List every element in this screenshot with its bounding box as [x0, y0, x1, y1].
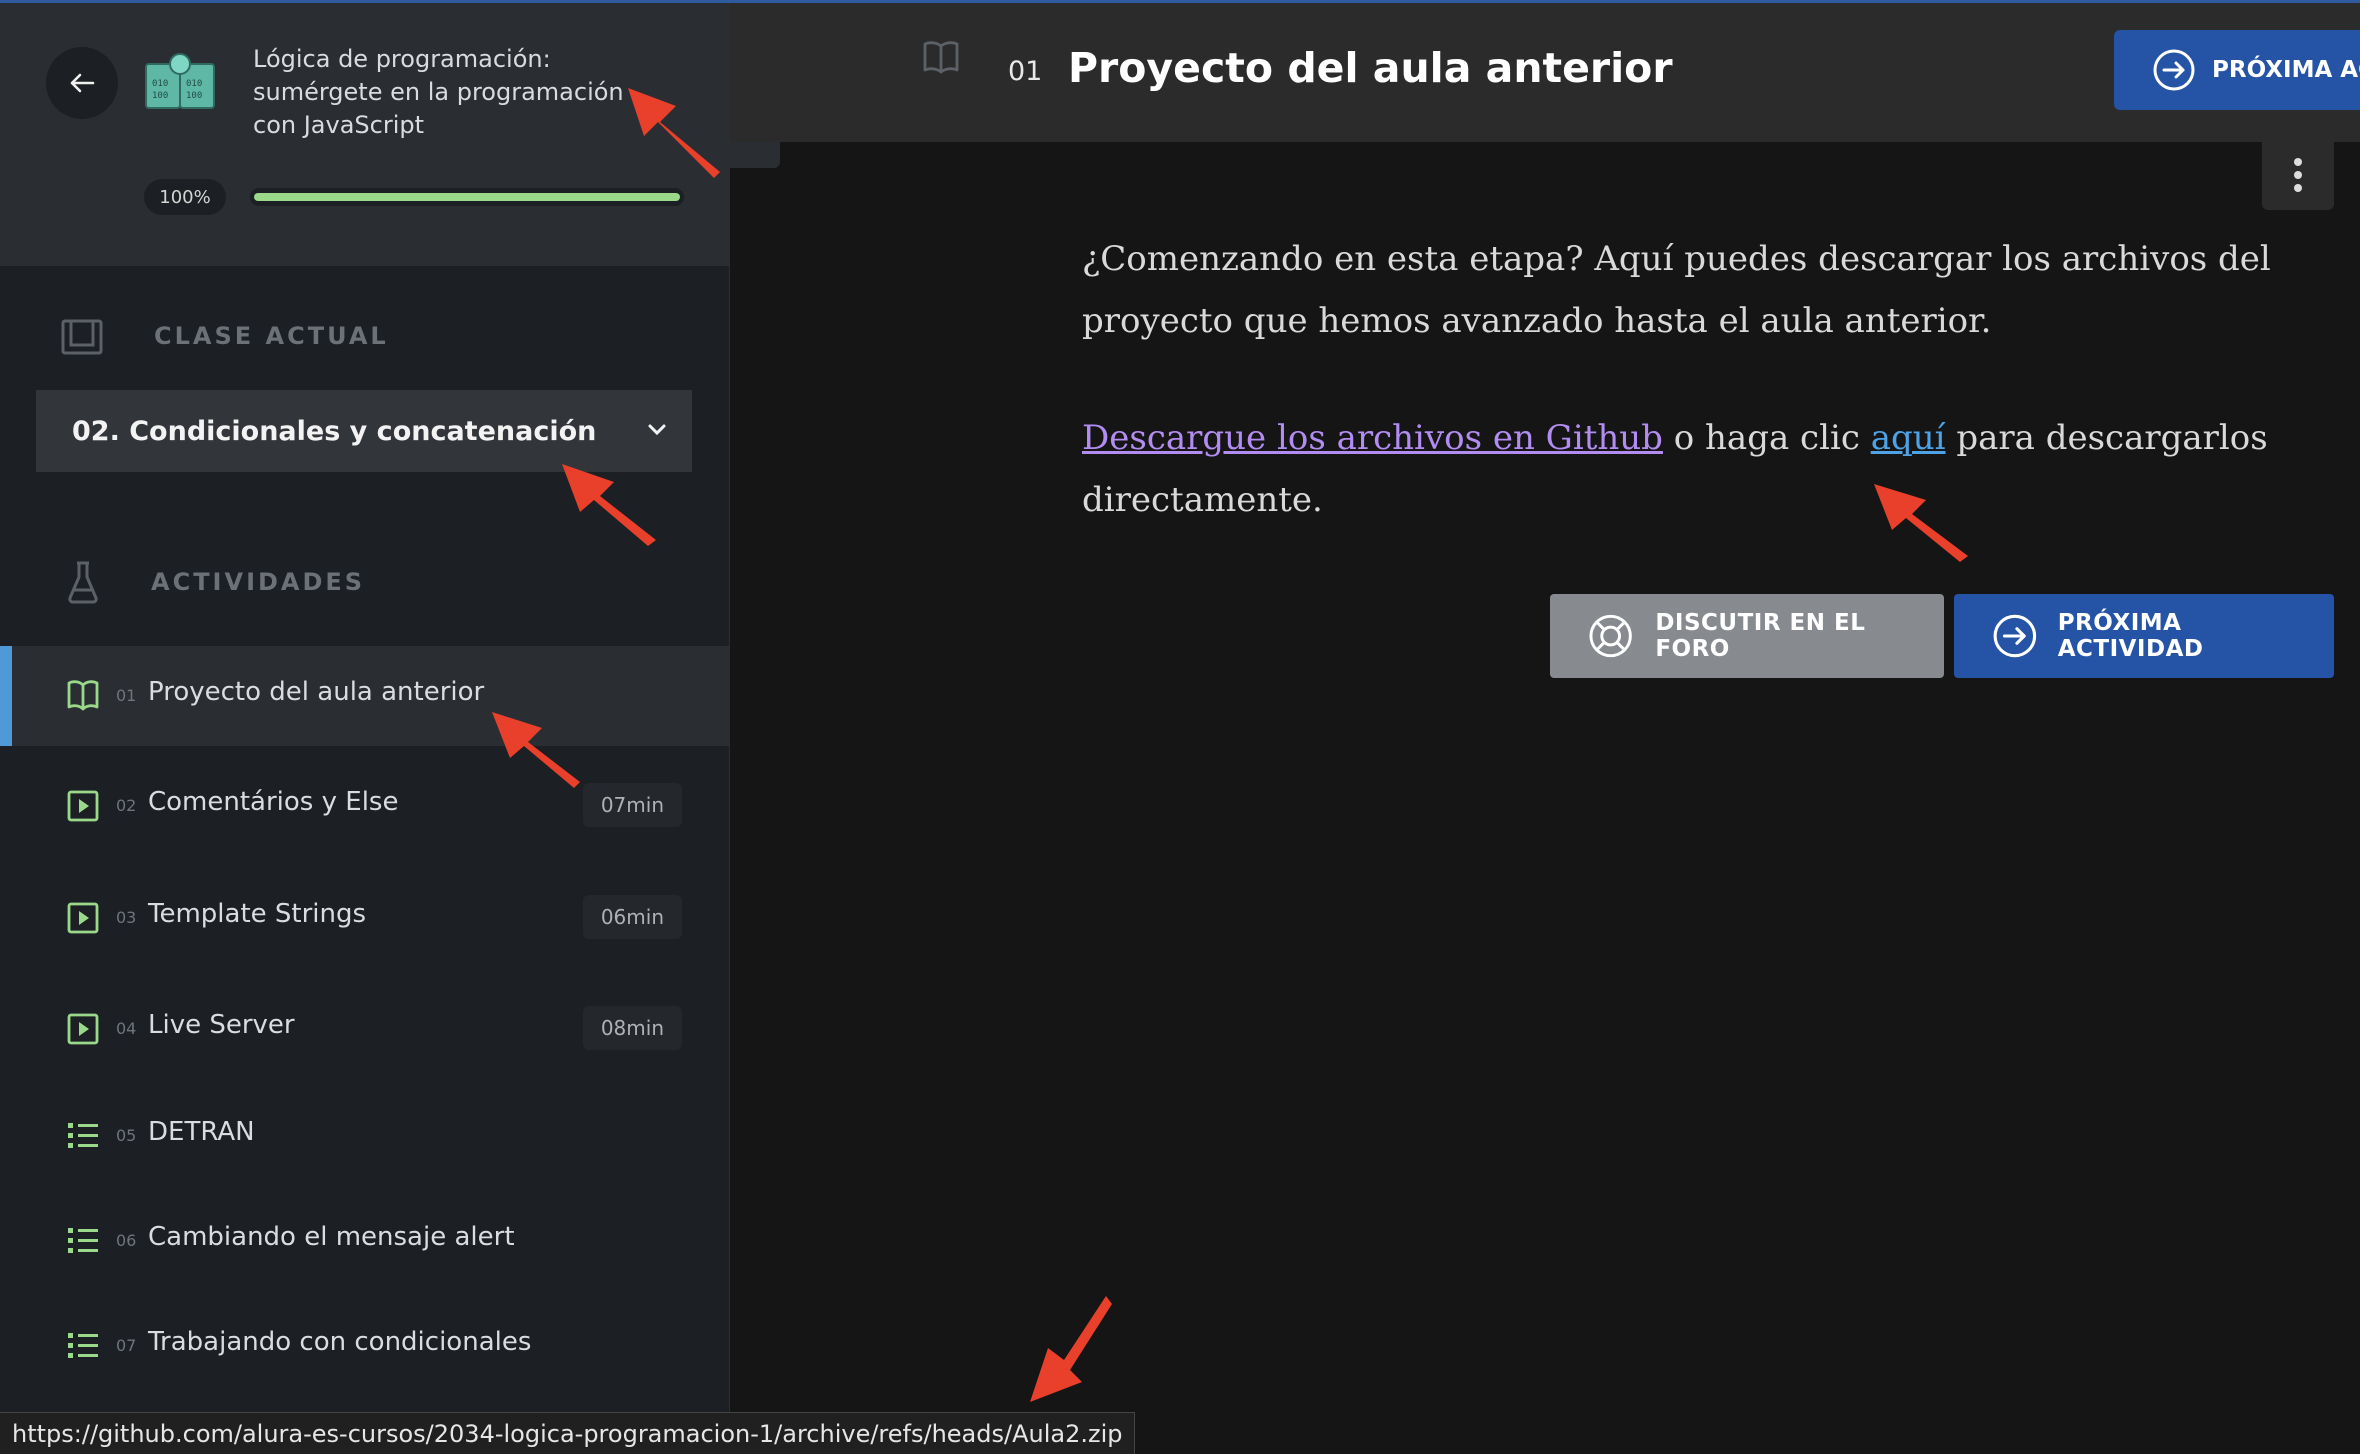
activity-duration: 08min: [582, 1006, 682, 1050]
activity-number: 04: [116, 1019, 137, 1038]
activity-number: 02: [116, 796, 137, 815]
next-activity-button[interactable]: PRÓXIMA ACTIVIDAD: [1954, 594, 2334, 678]
back-button[interactable]: [46, 47, 118, 119]
more-options-button[interactable]: [2262, 140, 2334, 210]
book-open-icon: [923, 41, 959, 74]
lesson-number: 01: [1008, 56, 1043, 87]
activity-item[interactable]: 05 DETRAN: [0, 1086, 730, 1186]
progress-percent: 100%: [144, 179, 226, 215]
activity-item[interactable]: 02 Comentários y Else 07min: [0, 756, 730, 856]
annotation-arrow-icon: [1030, 1296, 1112, 1402]
annotation-arrow-icon: [492, 712, 580, 788]
lifebuoy-icon: [1589, 614, 1632, 658]
download-paragraph: Descargue los archivos en Github o haga …: [1082, 407, 2282, 531]
forum-label: DISCUTIR EN EL FORO: [1655, 610, 1866, 662]
lesson-header: 01 Proyecto del aula anterior PRÓXIMA AC: [730, 0, 2360, 142]
arrow-left-icon: [70, 73, 95, 93]
kebab-menu-icon: [2294, 158, 2302, 192]
activity-label: Template Strings: [148, 899, 367, 929]
activity-label: Cambiando el mensaje alert: [148, 1222, 515, 1252]
activity-item[interactable]: 07 Trabajando con condicionales: [0, 1296, 730, 1396]
lesson-title: Proyecto del aula anterior: [1068, 44, 1673, 92]
annotation-arrow-icon: [628, 88, 720, 178]
flask-icon: [68, 561, 98, 604]
activity-item[interactable]: 03 Template Strings 06min: [0, 868, 730, 968]
mid-text: o haga clic: [1662, 418, 1871, 458]
video-icon: [66, 789, 100, 823]
activities-label: ACTIVIDADES: [151, 568, 366, 596]
activity-label: Trabajando con condicionales: [148, 1327, 532, 1357]
activity-label: Proyecto del aula anterior: [148, 677, 485, 707]
svg-text:100: 100: [152, 91, 168, 101]
annotation-arrow-icon: [562, 464, 656, 546]
sidebar: 010 100 010 100 Lógica de programación: …: [0, 0, 730, 1454]
activity-number: 07: [116, 1336, 137, 1355]
book-outline-icon: [61, 319, 103, 355]
course-title: Lógica de programación: sumérgete en la …: [253, 45, 624, 139]
current-class-value: 02. Condicionales y concatenación: [72, 415, 597, 447]
svg-text:010: 010: [152, 79, 168, 89]
video-icon: [66, 901, 100, 935]
intro-paragraph: ¿Comenzando en esta etapa? Aquí puedes d…: [1082, 239, 2271, 341]
list-icon: [66, 1224, 100, 1258]
video-icon: [66, 1012, 100, 1046]
svg-text:100: 100: [186, 91, 202, 101]
discuss-forum-button[interactable]: DISCUTIR EN EL FORO: [1550, 594, 1944, 678]
annotation-arrow-icon: [1874, 484, 1968, 562]
svg-text:010: 010: [186, 79, 202, 89]
course-logo-icon: 010 100 010 100: [145, 53, 215, 109]
next-activity-label: PRÓXIMA ACTIVIDAD: [2057, 610, 2204, 662]
arrow-circle-right-icon: [2153, 49, 2195, 91]
activity-label: DETRAN: [148, 1117, 255, 1147]
current-class-label: CLASE ACTUAL: [154, 322, 389, 350]
direct-download-link[interactable]: aquí: [1871, 418, 1946, 458]
activity-item[interactable]: 04 Live Server 08min: [0, 979, 730, 1079]
activity-duration: 06min: [582, 895, 682, 939]
progress-bar: [250, 188, 684, 206]
top-accent-line: [0, 0, 2360, 3]
activity-item[interactable]: 06 Cambiando el mensaje alert: [0, 1191, 730, 1291]
activity-number: 03: [116, 908, 137, 927]
activity-duration: 07min: [582, 783, 682, 827]
header-next-label: PRÓXIMA AC: [2212, 57, 2360, 83]
chevron-down-icon: [648, 424, 666, 436]
status-bar-url: https://github.com/alura-es-cursos/2034-…: [0, 1412, 1136, 1454]
progress-bar-fill: [254, 193, 680, 201]
activity-item[interactable]: 01 Proyecto del aula anterior: [0, 646, 730, 746]
arrow-circle-right-icon: [1993, 614, 2037, 658]
activity-label: Live Server: [148, 1010, 295, 1040]
header-next-activity-button[interactable]: PRÓXIMA AC: [2114, 30, 2360, 110]
lesson-content: ¿Comenzando en esta etapa? Aquí puedes d…: [1082, 228, 2282, 586]
activity-number: 06: [116, 1231, 137, 1250]
activity-number: 01: [116, 686, 137, 705]
activity-label: Comentários y Else: [148, 787, 399, 817]
activity-number: 05: [116, 1126, 137, 1145]
github-download-link[interactable]: Descargue los archivos en Github: [1082, 418, 1663, 458]
list-icon: [66, 1119, 100, 1153]
book-icon: [66, 679, 100, 713]
list-icon: [66, 1329, 100, 1363]
